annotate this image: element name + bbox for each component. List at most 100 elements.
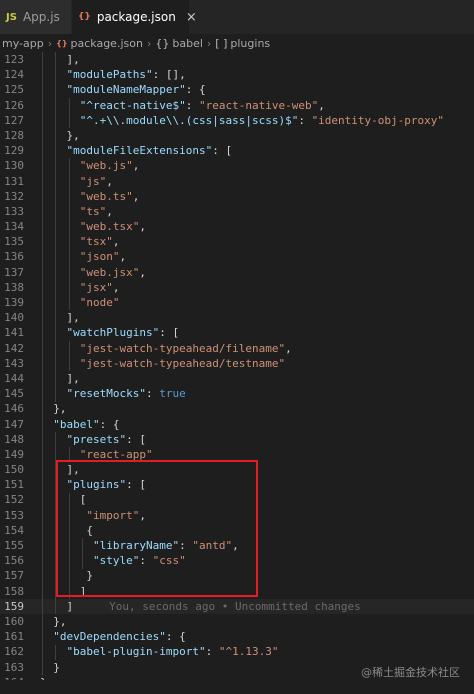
line-number: 136 xyxy=(4,250,24,264)
code-token: ], xyxy=(66,53,80,66)
code-text: "node" xyxy=(80,295,120,310)
breadcrumb-item-babel[interactable]: babel xyxy=(172,37,203,50)
close-icon[interactable]: × xyxy=(186,10,197,25)
code-text: } xyxy=(53,660,60,675)
indent-guide xyxy=(55,477,57,493)
code-line[interactable]: 140], xyxy=(0,310,474,325)
code-line[interactable]: 143 "jest-watch-typeahead/testname" xyxy=(0,356,474,371)
code-line[interactable]: 128}, xyxy=(0,128,474,143)
code-line[interactable]: 126 "^react-native$": "react-native-web", xyxy=(0,98,474,113)
indent-guide xyxy=(68,523,70,539)
code-text: "libraryName": "antd", xyxy=(93,538,239,553)
code-line[interactable]: 142 "jest-watch-typeahead/filename", xyxy=(0,341,474,356)
code-line[interactable]: 130 "web.js", xyxy=(0,158,474,173)
code-line[interactable]: 124 "modulePaths": [], xyxy=(0,67,474,82)
indent-guide xyxy=(68,508,70,524)
indent-guide xyxy=(68,295,70,311)
code-line[interactable]: 134 "web.tsx", xyxy=(0,219,474,234)
watermark: @稀土掘金技术社区 xyxy=(361,666,460,679)
code-line[interactable]: 146}, xyxy=(0,401,474,416)
breadcrumb: my-app › {} package.json › {} babel › [ … xyxy=(0,34,474,52)
line-number: 125 xyxy=(4,83,24,97)
code-line[interactable]: 127 "^.+\\.module\\.(css|sass|scss)$": "i… xyxy=(0,113,474,128)
code-line[interactable]: 148 "presets": [ xyxy=(0,432,474,447)
line-number: 124 xyxy=(4,68,24,82)
code-line[interactable]: 152 [ xyxy=(0,492,474,507)
indent-guide xyxy=(42,492,43,508)
code-line[interactable]: 154 { xyxy=(0,523,474,538)
json-file-icon: {} xyxy=(78,12,91,22)
code-line[interactable]: 139 "node" xyxy=(0,295,474,310)
code-line[interactable]: 145 "resetMocks": true xyxy=(0,386,474,401)
indent-guide xyxy=(55,143,57,159)
breadcrumb-item-plugins[interactable]: plugins xyxy=(230,37,270,50)
tab-app-js[interactable]: JS App.js xyxy=(0,0,72,34)
indent-guide xyxy=(42,508,43,524)
code-line[interactable]: 151 "plugins": [ xyxy=(0,477,474,492)
code-token: "web.ts" xyxy=(79,189,133,203)
code-text: }, xyxy=(53,401,66,416)
code-token: : { xyxy=(165,630,186,644)
code-line[interactable]: 133 "ts", xyxy=(0,204,474,219)
code-line[interactable]: 144], xyxy=(0,371,474,386)
code-text: "babel": { xyxy=(53,417,119,432)
breadcrumb-item-file[interactable]: package.json xyxy=(71,37,143,50)
indent-guide xyxy=(68,340,70,356)
indent-guide xyxy=(55,219,57,235)
code-token: , xyxy=(232,539,239,552)
indent-guide xyxy=(42,538,43,554)
indent-guide xyxy=(55,553,57,569)
code-token: , xyxy=(139,508,147,522)
indent-guide xyxy=(55,97,57,113)
code-line[interactable]: 141 "watchPlugins": [ xyxy=(0,325,474,340)
code-token: [ xyxy=(79,493,87,507)
code-line[interactable]: 129 "moduleFileExtensions": [ xyxy=(0,143,474,158)
code-token: , xyxy=(132,159,140,173)
code-text: "web.js", xyxy=(80,158,140,173)
code-line[interactable]: 161 "devDependencies": { xyxy=(0,629,474,644)
code-token: "json" xyxy=(79,250,120,264)
line-number: 130 xyxy=(4,159,24,173)
code-line[interactable]: 162 "babel-plugin-import": "^1.13.3" xyxy=(0,644,474,659)
code-line[interactable]: 159] You, seconds ago • Uncommitted chang… xyxy=(0,598,474,614)
indent-guide xyxy=(42,386,43,402)
code-line[interactable]: 131 "js", xyxy=(0,174,474,189)
code-line[interactable]: 137 "web.jsx", xyxy=(0,265,474,280)
line-number: 142 xyxy=(4,341,24,355)
indent-guide xyxy=(55,508,57,524)
code-text: "babel-plugin-import": "^1.13.3" xyxy=(67,644,279,659)
code-line[interactable]: 136 "json", xyxy=(0,249,474,264)
code-editor[interactable]: 123], 124 "modulePaths": [], 125 "moduleName… xyxy=(0,52,474,680)
indent-guide xyxy=(42,644,43,660)
code-line[interactable]: 147 "babel": { xyxy=(0,417,474,432)
code-token: "js" xyxy=(79,174,107,188)
indent-guide xyxy=(55,432,57,448)
code-line[interactable]: 150], xyxy=(0,462,474,477)
code-line[interactable]: 123], xyxy=(0,52,474,67)
code-line[interactable]: 158] xyxy=(0,584,474,599)
code-token: : xyxy=(179,539,193,552)
code-line[interactable]: 157} xyxy=(0,568,474,583)
code-line[interactable]: 160}, xyxy=(0,614,474,629)
code-line[interactable]: 132 "web.ts", xyxy=(0,189,474,204)
line-number: 163 xyxy=(4,660,24,674)
code-token: : [], xyxy=(152,68,186,82)
code-line[interactable]: 155 "libraryName": "antd", xyxy=(0,538,474,553)
tab-package-json[interactable]: {} package.json × xyxy=(72,0,197,34)
breadcrumb-item-my-app[interactable]: my-app xyxy=(2,37,44,50)
code-token: "libraryName" xyxy=(93,539,180,552)
code-line[interactable]: 125 "moduleNameMapper": { xyxy=(0,82,474,97)
indent-guide xyxy=(55,112,57,128)
code-line[interactable]: 149 "react-app" xyxy=(0,447,474,462)
code-line[interactable]: 138 "jsx", xyxy=(0,280,474,295)
code-token: "web.jsx" xyxy=(79,265,140,279)
code-token: }, xyxy=(53,614,67,628)
code-line[interactable]: 135 "tsx", xyxy=(0,234,474,249)
indent-guide xyxy=(55,52,57,68)
indent-guide xyxy=(68,568,70,584)
indent-guide xyxy=(42,599,43,615)
code-text: "style": "css" xyxy=(93,553,186,568)
code-line[interactable]: 156 "style": "css" xyxy=(0,553,474,568)
line-number: 131 xyxy=(4,174,24,188)
code-line[interactable]: 153 "import", xyxy=(0,508,474,523)
